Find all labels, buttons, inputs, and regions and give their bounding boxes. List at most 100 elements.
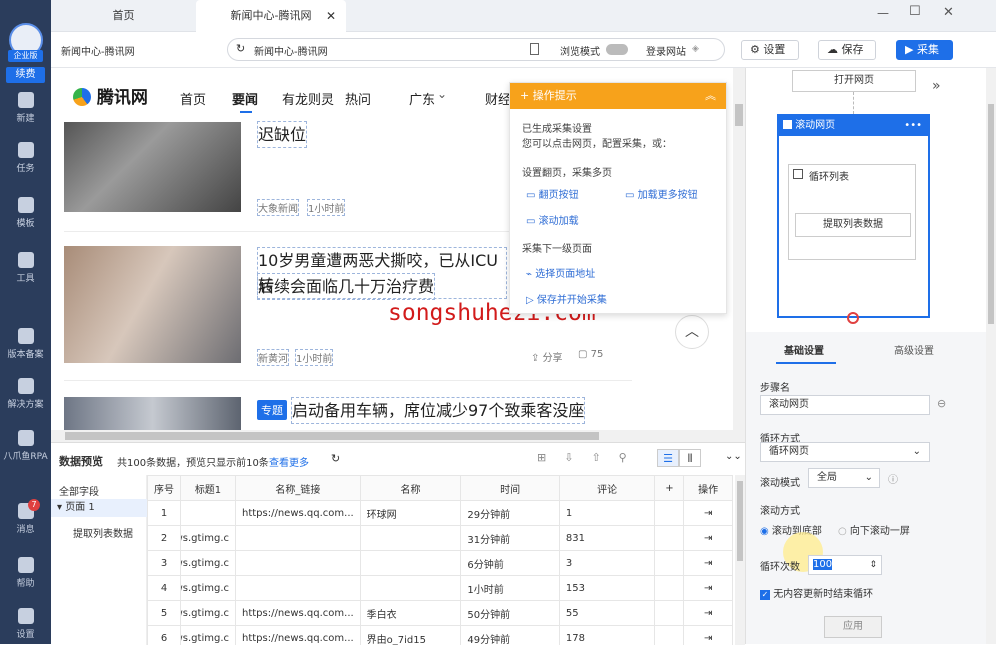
loop-mode-select[interactable]: 循环网页⌄ <box>760 442 930 462</box>
extract-list-node[interactable]: 提取列表数据 <box>795 213 911 237</box>
extract-node[interactable]: 提取列表数据 <box>73 525 133 540</box>
scroll-load-link[interactable]: ▭ 滚动加载 <box>526 212 579 227</box>
refresh-icon[interactable]: ↻ <box>331 452 340 465</box>
sidebar-item-4[interactable]: 版本备案 <box>0 328 51 360</box>
sidebar-item-2[interactable]: 模板 <box>0 197 51 229</box>
table-cell <box>360 551 461 576</box>
page-node[interactable]: ▾ 页面 1 <box>51 499 147 517</box>
site-nav-item[interactable]: 热问 <box>345 89 371 108</box>
share-link[interactable]: ⇪ 分享 <box>531 349 563 364</box>
sidebar-item-9[interactable]: 设置 <box>0 608 51 640</box>
url-input[interactable]: ↻ 新闻中心-腾讯网 浏览模式 登录网站 ◈ <box>227 38 725 61</box>
reload-icon[interactable]: ↻ <box>236 42 245 55</box>
settings-scroll-thumb[interactable] <box>988 104 994 324</box>
scroll-mode-select[interactable]: 全局⌄ <box>808 468 880 488</box>
import-icon[interactable]: ⇩ <box>564 451 591 464</box>
table-scrollbar[interactable] <box>735 475 745 645</box>
close-button[interactable]: ✕ <box>943 5 954 20</box>
site-nav-item[interactable]: 财经 <box>485 89 511 108</box>
scroll-top-button[interactable]: ︿ <box>675 315 709 349</box>
open-page-node[interactable]: 打开网页 <box>792 70 916 92</box>
stepper-icon[interactable]: ⇕ <box>869 556 877 574</box>
step-name-input[interactable]: 滚动网页 <box>760 395 930 415</box>
sidebar-item-1[interactable]: 任务 <box>0 142 51 174</box>
table-cell: 29分钟前 <box>461 501 560 526</box>
tab-advanced[interactable]: 高级设置 <box>894 342 934 357</box>
column-header[interactable]: + <box>655 476 684 501</box>
page-button-link[interactable]: ▭ 翻页按钮 <box>526 186 579 201</box>
view-more-link[interactable]: 查看更多 <box>269 454 309 469</box>
scroll-node-header[interactable]: 滚动网页 ••• <box>779 116 928 136</box>
expand-right-icon[interactable]: » <box>932 78 941 94</box>
loop-list-node[interactable]: 循环列表 提取列表数据 <box>788 164 916 260</box>
tab-close-icon[interactable]: ✕ <box>326 0 336 32</box>
row-action-icon[interactable]: ⇥ <box>684 526 733 551</box>
minimize-button[interactable]: — <box>877 6 889 20</box>
sidebar-item-3[interactable]: 工具 <box>0 252 51 284</box>
chevron-down-icon[interactable]: ⌄ <box>437 87 447 101</box>
login-label[interactable]: 登录网站 <box>646 43 686 58</box>
site-nav-item[interactable]: 广东 <box>409 89 435 108</box>
save-button[interactable]: ☁ 保存 <box>818 40 876 60</box>
web-scrollbar[interactable] <box>733 68 745 430</box>
doc-icon[interactable] <box>530 43 539 55</box>
maximize-button[interactable]: ☐ <box>909 4 921 19</box>
loop-count-input[interactable]: 100⇕ <box>808 555 882 575</box>
collect-button[interactable]: ▶ 采集 <box>896 40 953 60</box>
sidebar-item-8[interactable]: 帮助 <box>0 557 51 589</box>
site-nav-item[interactable]: 要闻 <box>232 89 258 108</box>
site-nav-item[interactable]: 有龙则灵 <box>282 89 334 108</box>
row-action-icon[interactable]: ⇥ <box>684 576 733 601</box>
renew-button[interactable]: 续费 <box>6 67 45 83</box>
more-icon[interactable]: ••• <box>904 116 922 136</box>
settings-button[interactable]: ⚙ 设置 <box>741 40 799 60</box>
sidebar-item-7[interactable]: 消息7 <box>0 503 51 535</box>
site-logo[interactable]: 腾讯网 <box>73 83 148 108</box>
comment-count[interactable]: ▢ 75 <box>578 349 603 360</box>
sidebar-item-5[interactable]: 解决方案 <box>0 378 51 410</box>
address-bar: 新闻中心-腾讯网 ↻ 新闻中心-腾讯网 浏览模式 登录网站 ◈ ⚙ 设置 ☁ 保… <box>51 32 996 68</box>
table-cell: 1 <box>559 501 655 526</box>
news-image-2[interactable] <box>64 246 241 363</box>
tab-basic[interactable]: 基础设置 <box>784 342 824 357</box>
tab-news[interactable]: 新闻中心-腾讯网 ✕ <box>196 0 346 32</box>
expand-icon: ▾ <box>57 502 65 513</box>
site-nav-item[interactable]: 首页 <box>180 89 206 108</box>
settings-scrollbar[interactable] <box>986 68 996 644</box>
add-field-icon[interactable]: ⊞ <box>537 451 564 464</box>
info-icon[interactable]: ⊖ <box>937 397 946 410</box>
filter-icon[interactable]: ⚲ <box>619 451 645 464</box>
news-title-1[interactable]: 迟缺位 <box>257 121 307 148</box>
hscroll-thumb[interactable] <box>65 432 599 440</box>
browse-mode-toggle[interactable] <box>606 44 628 55</box>
news-title-3[interactable]: 启动备用车辆，席位减少97个致乘客没座 <box>291 397 585 424</box>
web-scroll-thumb[interactable] <box>735 104 743 126</box>
row-action-icon[interactable]: ⇥ <box>684 601 733 626</box>
save-start-link[interactable]: ▷ 保存并开始采集 <box>526 291 607 306</box>
collapse-panel-icon[interactable]: ⌄⌄ <box>725 451 742 462</box>
load-more-link[interactable]: ▭ 加载更多按钮 <box>625 186 698 201</box>
help-icon[interactable]: ⓘ <box>888 471 898 486</box>
collapse-box-icon[interactable] <box>783 120 792 129</box>
radio-screen[interactable]: ○ 向下滚动一屏 <box>838 522 910 537</box>
export-icon[interactable]: ⇧ <box>591 451 618 464</box>
loop-collapse-icon[interactable] <box>793 169 803 179</box>
sidebar-item-0[interactable]: 新建 <box>0 92 51 124</box>
column-view-button[interactable]: ⦀ <box>679 449 701 467</box>
row-action-icon[interactable]: ⇥ <box>684 551 733 576</box>
row-action-icon[interactable]: ⇥ <box>684 501 733 526</box>
list-view-button[interactable]: ☰ <box>657 449 679 467</box>
news-image-1[interactable] <box>64 122 241 212</box>
sidebar-item-6[interactable]: 八爪鱼RPA <box>0 430 51 462</box>
table-scroll-thumb[interactable] <box>737 481 743 561</box>
news-title-2b[interactable]: 后续会面临几十万治疗费 <box>257 273 435 300</box>
apply-button[interactable]: 应用 <box>824 616 882 638</box>
scroll-page-node[interactable]: 滚动网页 ••• 循环列表 提取列表数据 <box>777 114 930 318</box>
all-fields[interactable]: 全部字段 <box>59 483 99 498</box>
web-hscrollbar[interactable] <box>51 430 745 442</box>
collapse-icon[interactable]: ︽ <box>705 83 716 109</box>
row-action-icon[interactable]: ⇥ <box>684 626 733 645</box>
stop-checkbox[interactable]: ✓ 无内容更新时结束循环 <box>760 585 873 600</box>
select-url-link[interactable]: ⌁ 选择页面地址 <box>526 265 595 280</box>
tab-home[interactable]: 首页 <box>51 0 196 32</box>
